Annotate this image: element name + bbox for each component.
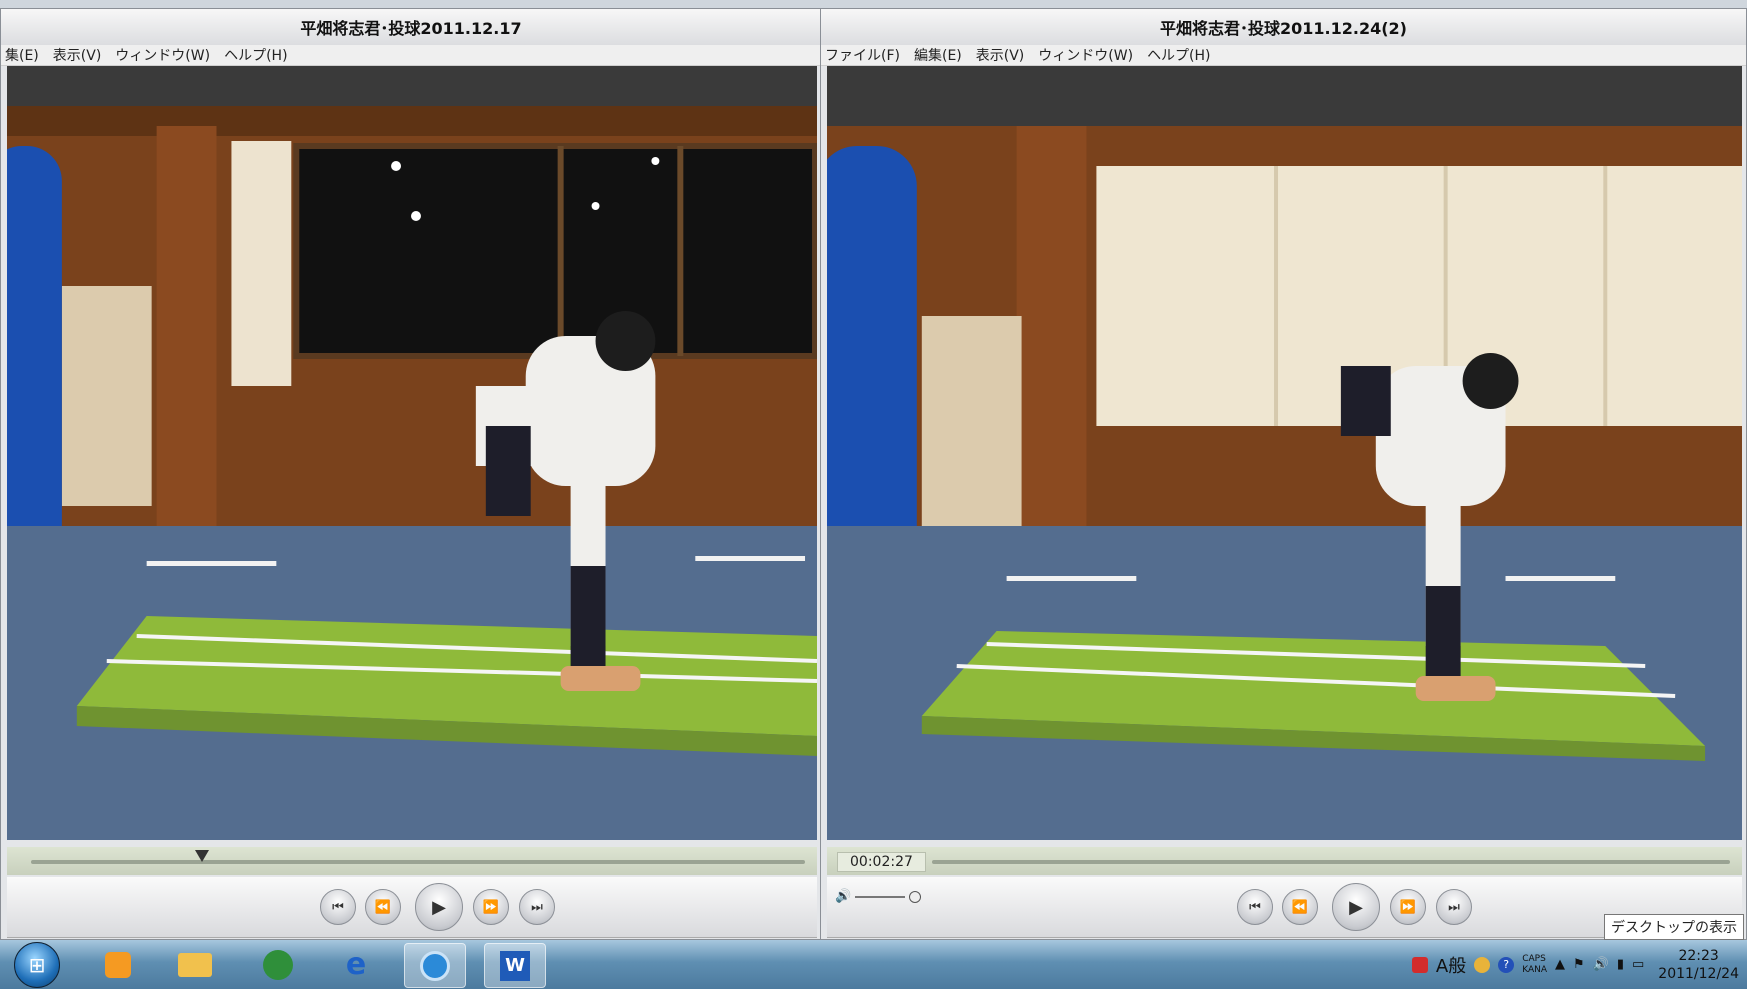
volume-icon[interactable]: 🔊 <box>1593 957 1609 972</box>
right-player-window[interactable]: 平畑将志君･投球2011.12.24(2) ファイル(F) 編集(E) 表示(V… <box>820 8 1747 940</box>
volume-slider-knob[interactable] <box>909 890 922 903</box>
left-player-window[interactable]: 平畑将志君･投球2011.12.17 集(E) 表示(V) ウィンドウ(W) ヘ… <box>0 8 822 940</box>
clock-time: 22:23 <box>1678 947 1719 964</box>
menu-view[interactable]: 表示(V) <box>976 45 1025 65</box>
playhead-icon[interactable] <box>195 850 209 862</box>
volume-slider-track[interactable] <box>855 895 906 898</box>
menu-help[interactable]: ヘルプ(H) <box>1147 45 1210 65</box>
taskbar-quicktime[interactable] <box>404 943 466 988</box>
window-title: 平畑将志君･投球2011.12.17 <box>1 9 821 45</box>
window-title: 平畑将志君･投球2011.12.24(2) <box>821 9 1746 45</box>
help-icon[interactable]: ? <box>1498 956 1515 973</box>
excel-icon <box>263 949 293 980</box>
volume-control[interactable]: 🔊 <box>835 889 922 904</box>
antivirus-icon[interactable] <box>1411 956 1428 973</box>
play-button[interactable]: ▶ <box>1332 883 1380 931</box>
folder-icon <box>178 952 212 977</box>
fast-forward-button[interactable]: ⏩ <box>1390 889 1426 925</box>
caps-kana-indicator: CAPS KANA <box>1522 954 1547 976</box>
caps-label: CAPS <box>1522 953 1546 964</box>
video-frame <box>7 66 817 840</box>
ime-indicator[interactable]: A般 <box>1436 952 1466 978</box>
power-icon[interactable]: ▮ <box>1617 957 1624 972</box>
menu-window[interactable]: ウィンドウ(W) <box>115 45 210 65</box>
taskbar-media-player[interactable] <box>88 943 148 986</box>
play-button[interactable]: ▶ <box>415 883 463 931</box>
seek-track[interactable] <box>932 860 1730 864</box>
menu-edit[interactable]: 編集(E) <box>914 45 962 65</box>
rewind-button[interactable]: ⏪ <box>1282 889 1318 925</box>
kana-label: KANA <box>1522 964 1547 975</box>
skip-to-end-button[interactable]: ⏭ <box>1436 889 1472 925</box>
word-icon: W <box>500 950 530 981</box>
menu-bar: ファイル(F) 編集(E) 表示(V) ウィンドウ(W) ヘルプ(H) <box>821 45 1746 66</box>
seek-track[interactable] <box>31 860 805 864</box>
network-icon[interactable]: ▭ <box>1632 957 1644 972</box>
skip-to-start-button[interactable]: ⏮ <box>1237 889 1273 925</box>
skip-to-end-button[interactable]: ⏭ <box>519 889 555 925</box>
video-frame <box>827 66 1742 840</box>
taskbar-explorer[interactable] <box>165 943 225 986</box>
ie-icon: e <box>345 947 367 982</box>
show-desktop-tooltip: デスクトップの表示 <box>1604 914 1744 940</box>
start-button[interactable]: ⊞ <box>14 942 60 988</box>
action-center-flag-icon[interactable]: ⚑ <box>1573 957 1585 972</box>
taskbar-ie[interactable]: e <box>326 943 386 986</box>
timecode-display: 00:02:27 <box>837 852 926 872</box>
rewind-button[interactable]: ⏪ <box>365 889 401 925</box>
menu-help[interactable]: ヘルプ(H) <box>224 45 287 65</box>
windows-logo-icon: ⊞ <box>28 953 46 977</box>
ime-tools-icon[interactable] <box>1474 956 1491 973</box>
taskbar-word[interactable]: W <box>484 943 546 988</box>
speaker-icon[interactable]: 🔊 <box>835 889 851 904</box>
clock[interactable]: 22:23 2011/12/24 <box>1658 947 1739 983</box>
clock-date: 2011/12/24 <box>1658 965 1739 982</box>
menu-edit[interactable]: 集(E) <box>5 45 39 65</box>
menu-file[interactable]: ファイル(F) <box>825 45 900 65</box>
menu-view[interactable]: 表示(V) <box>53 45 102 65</box>
seek-bar[interactable]: 00:02:27 <box>827 847 1742 875</box>
taskbar-excel[interactable] <box>248 943 308 986</box>
system-tray: A般 ? CAPS KANA ▲ ⚑ 🔊 ▮ ▭ 22:23 2011/12/2… <box>1411 940 1747 989</box>
menu-window[interactable]: ウィンドウ(W) <box>1038 45 1133 65</box>
menu-bar: 集(E) 表示(V) ウィンドウ(W) ヘルプ(H) <box>1 45 821 66</box>
fast-forward-button[interactable]: ⏩ <box>473 889 509 925</box>
seek-bar[interactable] <box>7 847 817 875</box>
taskbar: ⊞ e W A般 ? CAPS KANA ▲ ⚑ 🔊 ▮ ▭ 22:23 201… <box>0 940 1747 989</box>
skip-to-start-button[interactable]: ⏮ <box>320 889 356 925</box>
show-hidden-icons-icon[interactable]: ▲ <box>1555 957 1565 972</box>
transport-controls: ⏮ ⏪ ▶ ⏩ ⏭ <box>7 877 817 938</box>
media-player-icon <box>105 951 131 978</box>
quicktime-icon <box>420 950 450 981</box>
